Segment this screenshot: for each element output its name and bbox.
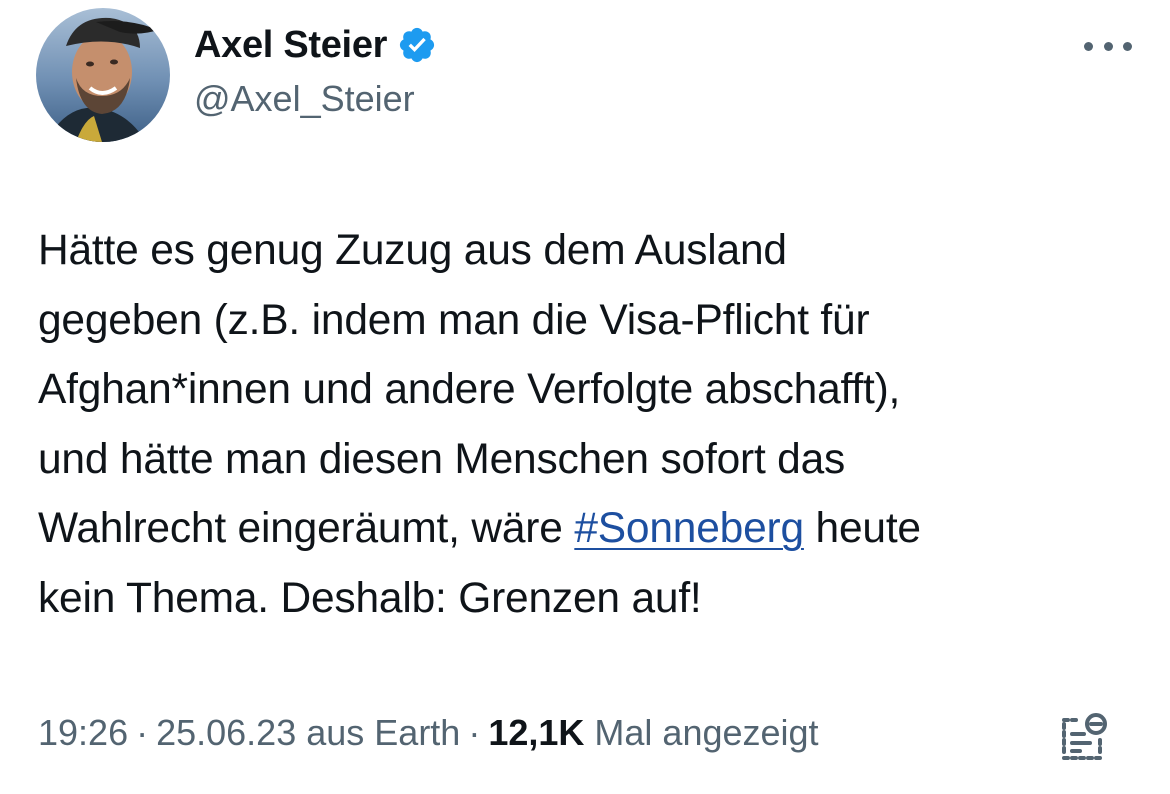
tweet-meta: 19:26 · 25.06.23 aus Earth · 12,1K Mal a… — [38, 712, 819, 754]
more-horizontal-icon-dot — [1103, 41, 1113, 51]
tweet-card: Axel Steier @Axel_Steier Hätte es genug … — [0, 0, 1170, 794]
more-horizontal-icon — [1084, 41, 1093, 51]
tweet-text-line: Hätte es genug Zuzug aus dem Ausland — [38, 227, 787, 274]
author-name-row[interactable]: Axel Steier — [194, 22, 437, 68]
more-horizontal-icon-dot — [1123, 41, 1132, 51]
tweet-text-line: Afghan*innen und andere Verfolgte abscha… — [38, 366, 901, 413]
meta-separator: · — [468, 712, 481, 753]
tweet-text-fragment: Wahlrecht eingeräumt, wäre — [38, 505, 575, 552]
verified-badge-icon[interactable] — [397, 25, 437, 65]
avatar[interactable] — [36, 8, 170, 142]
tweet-source: aus Earth — [306, 712, 461, 753]
tweet-text-line: gegeben (z.B. indem man die Visa-Pflicht… — [38, 296, 870, 344]
views-label: Mal angezeigt — [594, 712, 819, 753]
view-analytics-icon[interactable] — [1058, 710, 1112, 764]
tweet-text-fragment: heute — [803, 505, 922, 552]
tweet-text-line: kein Thema. Deshalb: Grenzen auf! — [38, 574, 702, 622]
meta-separator: · — [136, 712, 149, 753]
tweet-text: Hätte es genug Zuzug aus dem Ausland geg… — [38, 216, 1148, 633]
more-options-button[interactable] — [1084, 36, 1132, 56]
tweet-text-line: und hätte man diesen Menschen sofort das — [38, 435, 846, 483]
tweet-time[interactable]: 19:26 — [38, 712, 128, 754]
avatar-photo — [36, 8, 170, 142]
views-count: 12,1K — [488, 712, 585, 753]
hashtag-link[interactable]: #Sonneberg — [574, 505, 804, 552]
tweet-date[interactable]: 25.06.23 — [156, 712, 296, 754]
tweet-text-line: Wahlrecht eingeräumt, wäre #Sonneberg he… — [38, 494, 1148, 564]
author-handle[interactable]: @Axel_Steier — [194, 78, 415, 120]
author-display-name[interactable]: Axel Steier — [194, 24, 387, 67]
